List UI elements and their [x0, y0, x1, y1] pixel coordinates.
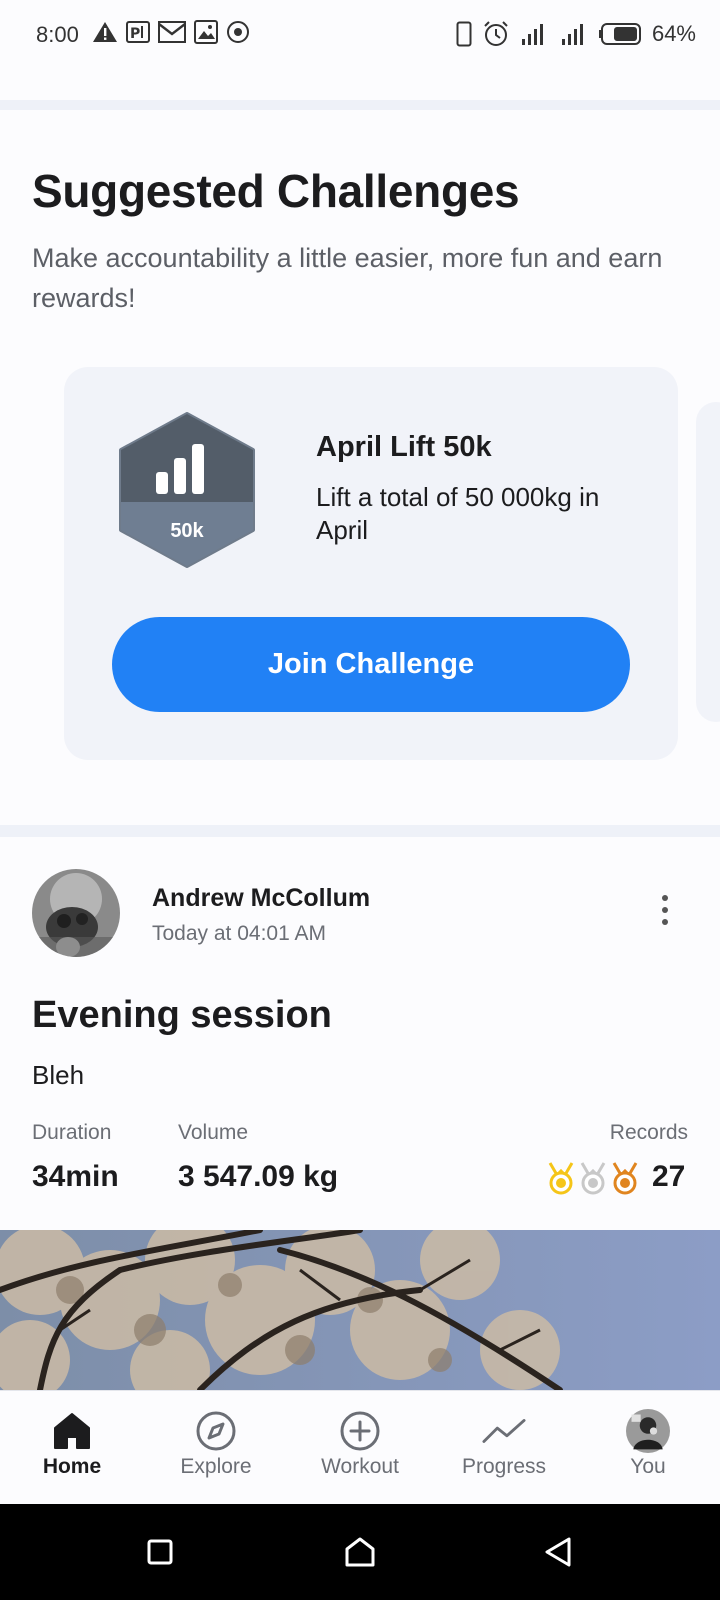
home-icon [50, 1409, 94, 1453]
silver-medal-icon [580, 1162, 606, 1195]
signal-icon [561, 24, 583, 45]
section-subtitle: Make accountability a little easier, mor… [32, 243, 663, 313]
more-options-icon[interactable] [650, 880, 680, 940]
battery-percent: 64% [651, 21, 696, 46]
challenge-description: Lift a total of 50 000kg in April [316, 482, 600, 545]
trend-icon [482, 1409, 526, 1453]
records-label: Records [609, 1121, 688, 1144]
post-photo[interactable] [0, 1230, 720, 1390]
section-divider [0, 100, 720, 110]
tab-progress[interactable]: Progress [432, 1391, 576, 1505]
records-value: 27 [652, 1160, 686, 1193]
join-challenge-button[interactable]: Join Challenge [112, 617, 630, 712]
tab-label: Workout [321, 1455, 399, 1478]
workout-post: Andrew McCollum Today at 04:01 AM Evenin… [0, 838, 720, 1230]
volume-value: 3 547.09 kg [178, 1160, 339, 1193]
tab-label: You [630, 1455, 666, 1478]
bronze-medal-icon [612, 1162, 638, 1195]
home-button[interactable] [338, 1530, 382, 1574]
bar-chart-badge-icon [119, 412, 255, 568]
avatar [626, 1409, 670, 1453]
gmail-icon [158, 21, 186, 43]
back-triangle-icon [545, 1537, 571, 1567]
parking-app-icon: P [126, 21, 150, 43]
record-icon [227, 21, 249, 43]
tab-workout[interactable]: Workout [288, 1391, 432, 1505]
challenge-card[interactable]: 50k April Lift 50k Lift a total of 50 00… [64, 367, 678, 760]
post-timestamp: Today at 04:01 AM [152, 922, 326, 945]
gold-medal-icon [548, 1162, 574, 1195]
tab-home[interactable]: Home [0, 1391, 144, 1505]
tab-label: Progress [461, 1455, 547, 1478]
status-time: 8:00 [36, 22, 79, 47]
image-icon [194, 20, 218, 44]
next-challenge-card[interactable] [696, 402, 720, 722]
duration-value: 34min [32, 1160, 119, 1193]
bottom-tab-bar: Home Explore Workout Progress You [0, 1390, 720, 1505]
badge-label: 50k [170, 520, 204, 542]
status-bar: 8:00 P 64% [0, 0, 720, 72]
compass-icon [194, 1409, 238, 1453]
challenge-name: April Lift 50k [316, 431, 492, 463]
alarm-icon [484, 21, 508, 46]
warning-icon [93, 22, 117, 42]
tab-label: Explore [180, 1455, 252, 1478]
back-button[interactable] [536, 1530, 580, 1574]
system-icons: 64% [456, 20, 696, 48]
suggested-challenges-section: Suggested Challenges Make accountability… [0, 110, 720, 825]
tab-you[interactable]: You [576, 1391, 720, 1505]
volume-label: Volume [178, 1121, 249, 1144]
system-navigation-bar [0, 1504, 720, 1600]
battery-icon [598, 23, 641, 45]
duration-label: Duration [32, 1121, 112, 1144]
signal-icon [521, 24, 543, 45]
post-description: Bleh [32, 1060, 85, 1090]
post-title[interactable]: Evening session [32, 994, 332, 1037]
phone-icon [456, 21, 472, 47]
square-icon [147, 1539, 173, 1565]
home-outline-icon [345, 1537, 375, 1567]
svg-text:P: P [130, 26, 140, 42]
section-divider [0, 825, 720, 837]
records-medals [546, 1161, 640, 1195]
recents-button[interactable] [138, 1530, 182, 1574]
plus-circle-icon [338, 1409, 382, 1453]
section-title: Suggested Challenges [32, 165, 520, 217]
tab-label: Home [42, 1455, 102, 1478]
challenge-badge: 50k [116, 412, 266, 570]
post-user-name[interactable]: Andrew McCollum [152, 884, 370, 913]
notification-icons: P [92, 20, 250, 44]
tab-explore[interactable]: Explore [144, 1391, 288, 1505]
avatar[interactable] [32, 869, 120, 957]
